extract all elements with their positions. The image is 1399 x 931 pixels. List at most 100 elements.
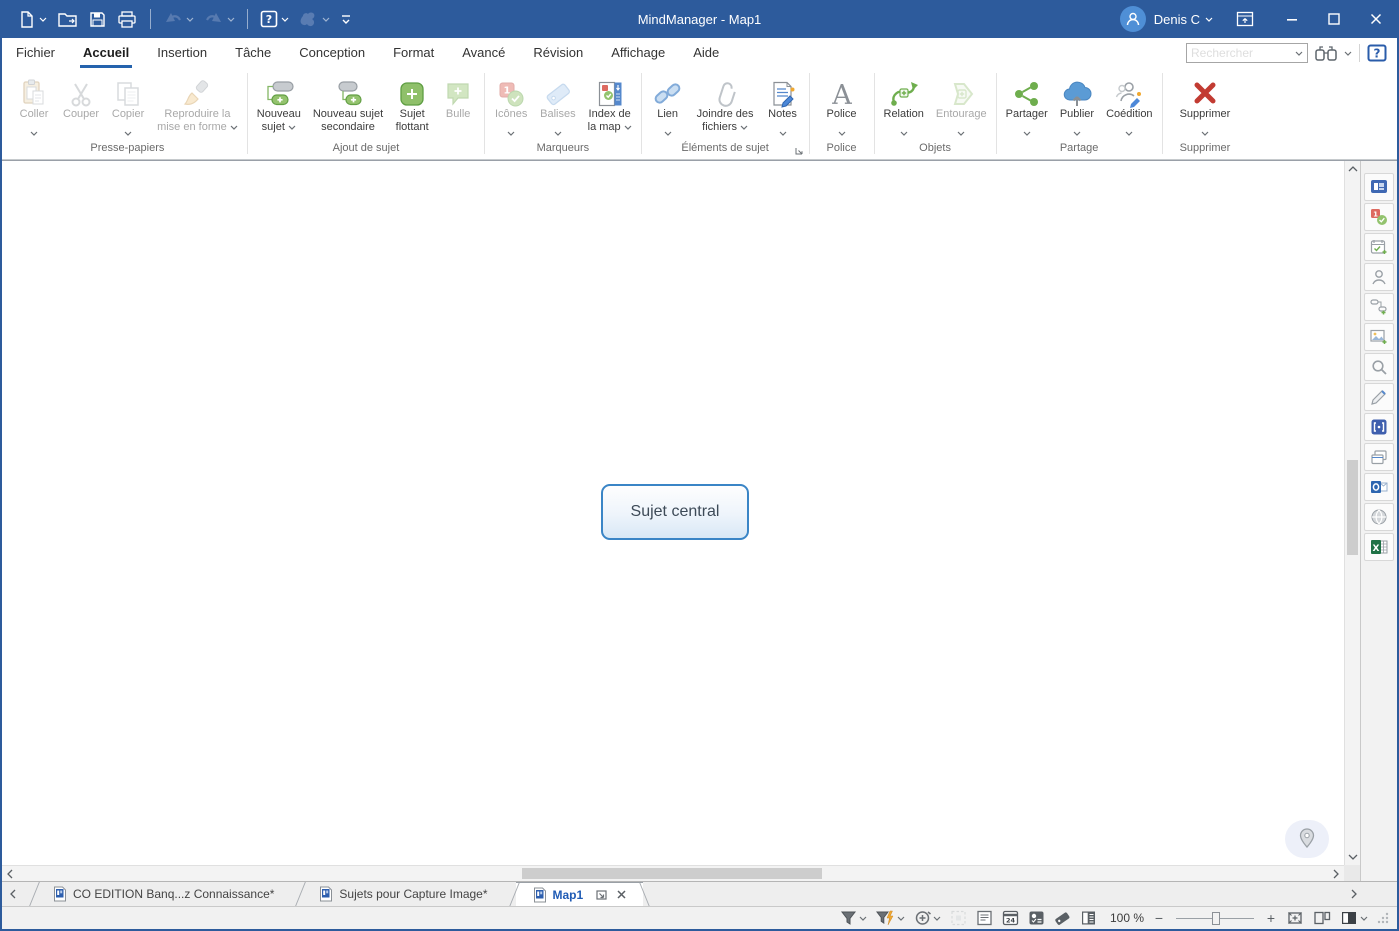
sidebar-windows-button[interactable]	[1364, 443, 1394, 471]
status-status-tags-button[interactable]	[1054, 910, 1071, 926]
ribbon-tab-tache[interactable]: Tâche	[221, 38, 285, 68]
sidebar-excel-button[interactable]: X	[1364, 533, 1394, 561]
sidebar-search-button[interactable]	[1364, 353, 1394, 381]
ribbon-tab-fichier[interactable]: Fichier	[2, 38, 69, 68]
ribbon-display-options-button[interactable]	[1227, 0, 1263, 38]
user-avatar[interactable]	[1120, 6, 1146, 32]
ribbon-tab-avance[interactable]: Avancé	[448, 38, 519, 68]
sidebar-capture-button[interactable]	[1364, 413, 1394, 441]
scroll-down-icon[interactable]	[1345, 849, 1360, 865]
sidebar-web-globe-button[interactable]	[1364, 503, 1394, 531]
ribbon-tab-revision[interactable]: Révision	[519, 38, 597, 68]
popout-icon[interactable]	[595, 889, 608, 901]
sidebar-map-view-button[interactable]	[1364, 173, 1394, 201]
horizontal-scrollbar-thumb[interactable]	[522, 868, 822, 879]
status-status-index-button[interactable]	[1080, 910, 1097, 926]
scroll-up-icon[interactable]	[1345, 161, 1360, 177]
ribbon-tab-format[interactable]: Format	[379, 38, 448, 68]
status-fit-map-button[interactable]	[1286, 910, 1304, 926]
undo-icon	[163, 11, 183, 27]
qat-customize-toolbar-button[interactable]	[335, 5, 357, 33]
horizontal-scrollbar[interactable]	[2, 865, 1344, 881]
scroll-right-icon[interactable]	[1328, 866, 1344, 881]
status-power-filter-button[interactable]	[876, 910, 905, 926]
sidebar-snip-pen-button[interactable]	[1364, 383, 1394, 411]
search-input[interactable]	[1187, 46, 1295, 60]
dropdown-caret	[554, 123, 562, 141]
zoom-out-button[interactable]: −	[1153, 910, 1165, 926]
zoom-in-button[interactable]: +	[1265, 910, 1277, 926]
sidebar-image-library-button[interactable]	[1364, 323, 1394, 351]
vertical-scrollbar-thumb[interactable]	[1347, 460, 1358, 555]
ribbon-button-label: Coller	[20, 108, 49, 121]
scroll-left-icon[interactable]	[2, 866, 18, 881]
ribbon-tab-conception[interactable]: Conception	[285, 38, 379, 68]
central-topic[interactable]: Sujet central	[601, 484, 749, 540]
help-button[interactable]: ?	[1367, 44, 1387, 62]
status-filter-button[interactable]	[840, 910, 867, 926]
tabs-scroll-right-button[interactable]	[1343, 882, 1365, 906]
location-pin-button[interactable]	[1285, 820, 1329, 858]
zoom-level-label: 100 %	[1110, 911, 1144, 925]
find-binoculars-button[interactable]	[1315, 45, 1337, 62]
chevron-down-icon[interactable]	[1295, 51, 1307, 56]
qat-save-button[interactable]	[83, 5, 112, 33]
document-tab-co-edition[interactable]: CO EDITION Banq...z Connaissance*	[36, 882, 290, 906]
document-tab-sujets-capture[interactable]: Sujets pour Capture Image*	[302, 882, 503, 906]
task-pane-sidebar: 1X	[1360, 161, 1397, 881]
sidebar-map-parts-button[interactable]	[1364, 293, 1394, 321]
vertical-scrollbar[interactable]	[1344, 161, 1360, 865]
ribbon-button-coedition[interactable]: Coédition	[1100, 73, 1158, 142]
status-task-info-button[interactable]: 24	[1002, 910, 1019, 926]
close-button[interactable]	[1355, 0, 1397, 38]
maximize-button[interactable]	[1313, 0, 1355, 38]
power-filter-icon	[876, 910, 895, 926]
ribbon-button-joindre-des-fichiers[interactable]: Joindre desfichiers	[691, 73, 760, 135]
format-painter-icon	[183, 80, 211, 108]
status-zoom-select-button[interactable]	[914, 910, 941, 926]
qat-print-button[interactable]	[112, 5, 143, 33]
ribbon-tab-affichage[interactable]: Affichage	[597, 38, 679, 68]
ribbon-button-lien[interactable]: Lien	[645, 73, 691, 142]
map-canvas[interactable]: Sujet central	[2, 161, 1344, 865]
ribbon-button-police[interactable]: APolice	[819, 73, 865, 142]
close-tab-icon[interactable]	[616, 889, 627, 900]
user-menu[interactable]: Denis C	[1154, 12, 1200, 27]
print-icon	[117, 10, 138, 29]
sidebar-marker-index-button[interactable]: 1	[1364, 203, 1394, 231]
zoom-slider-thumb[interactable]	[1212, 912, 1220, 925]
zoom-slider[interactable]	[1176, 918, 1254, 919]
ribbon-button-nouveau-sujet[interactable]: Nouveausujet	[251, 73, 307, 135]
qat-help-button[interactable]: ?	[255, 5, 294, 33]
sidebar-outlook-button[interactable]	[1364, 473, 1394, 501]
status-panel-toggle-button[interactable]	[1340, 910, 1368, 926]
ribbon-tab-insertion[interactable]: Insertion	[143, 38, 221, 68]
chevron-down-icon[interactable]	[1205, 17, 1213, 22]
delete-x-icon	[1190, 80, 1220, 108]
ribbon-button-publier[interactable]: Publier	[1054, 73, 1100, 142]
ribbon-button-index-de-la-map[interactable]: Index dela map	[582, 73, 638, 135]
ribbon-button-notes[interactable]: Notes	[760, 73, 806, 142]
ribbon-button-supprimer[interactable]: Supprimer	[1174, 73, 1237, 142]
qat-open-folder-button[interactable]	[52, 5, 83, 33]
dialog-launcher-icon[interactable]	[794, 146, 804, 156]
tabs-scroll-left-button[interactable]	[2, 882, 24, 906]
chevron-down-icon[interactable]	[1344, 51, 1352, 56]
document-tab-map1[interactable]: Map1	[516, 882, 644, 906]
ribbon-button-relation[interactable]: Relation	[878, 73, 930, 142]
status-balance-layout-button[interactable]	[1313, 910, 1331, 926]
minimize-button[interactable]	[1271, 0, 1313, 38]
sidebar-contacts-button[interactable]	[1364, 263, 1394, 291]
ribbon-group-label: Partage	[1000, 142, 1159, 159]
status-status-markers-button[interactable]	[1028, 910, 1045, 926]
ribbon-tab-aide[interactable]: Aide	[679, 38, 733, 68]
ribbon-button-nouveau-sujet-secondaire[interactable]: Nouveau sujetsecondaire	[307, 73, 389, 135]
status-notes-view-button[interactable]	[976, 910, 993, 926]
ribbon-tab-accueil[interactable]: Accueil	[69, 38, 143, 68]
chevron-down-icon	[740, 125, 748, 130]
ribbon-button-partager[interactable]: Partager	[1000, 73, 1054, 142]
qat-new-document-button[interactable]	[12, 5, 52, 33]
ribbon-button-sujet-flottant[interactable]: Sujetflottant	[389, 73, 435, 135]
sidebar-task-calendar-button[interactable]	[1364, 233, 1394, 261]
dropdown-caret	[1023, 123, 1031, 141]
